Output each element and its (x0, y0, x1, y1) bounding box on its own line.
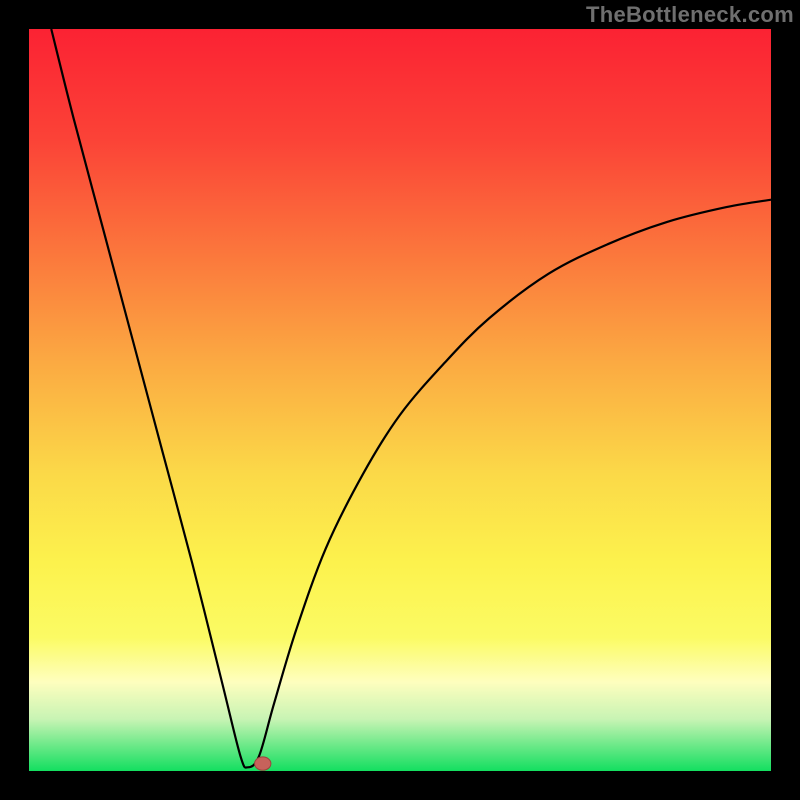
plot-svg (29, 29, 771, 771)
optimal-point-marker (255, 757, 271, 770)
plot-area (29, 29, 771, 771)
watermark-label: TheBottleneck.com (586, 2, 794, 28)
chart-frame: TheBottleneck.com (0, 0, 800, 800)
gradient-background (29, 29, 771, 771)
